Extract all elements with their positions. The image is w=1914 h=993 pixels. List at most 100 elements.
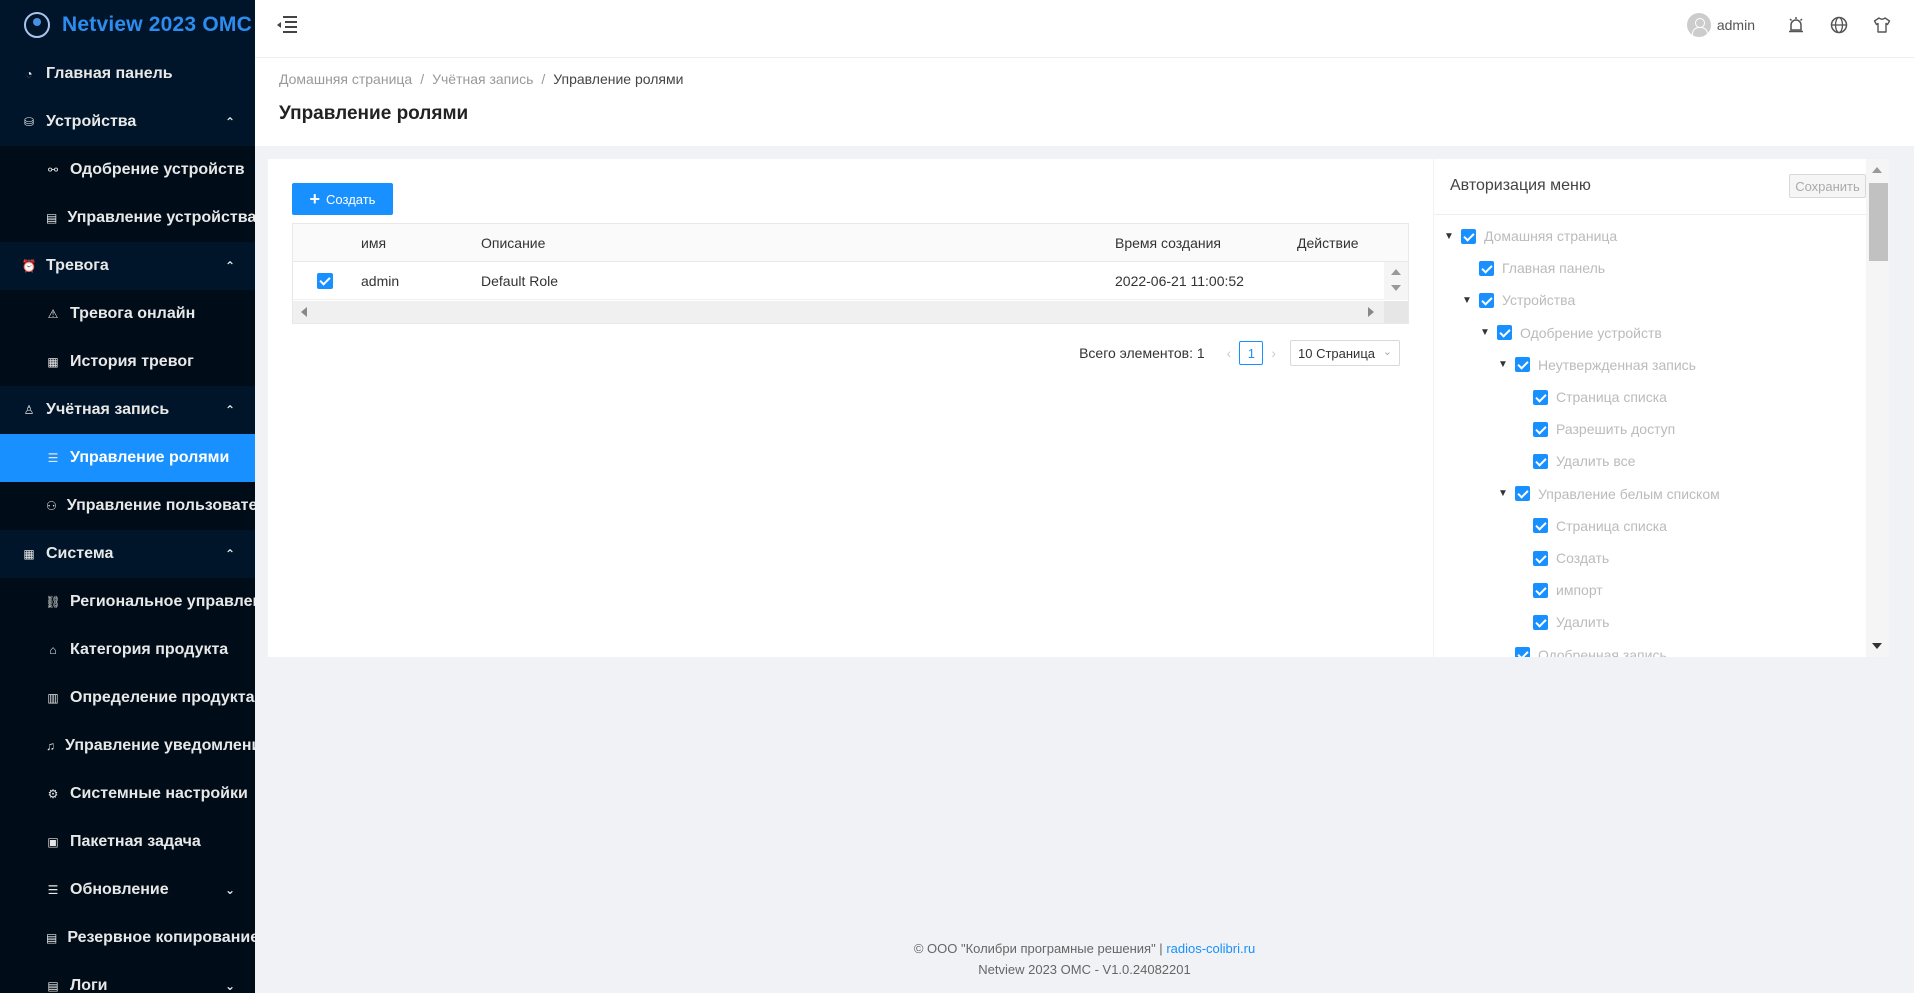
sidebar-item-label: Тревога онлайн: [70, 305, 196, 322]
region-icon: ⛓: [45, 595, 61, 609]
sidebar-item[interactable]: ⏰ Тревога ⌃: [0, 242, 255, 290]
sidebar-item-label: Региональное управление: [70, 593, 255, 610]
tree-node[interactable]: ▼ Устройства: [1460, 289, 1575, 311]
tree-node[interactable]: ▼ Домашняя страница: [1442, 225, 1617, 247]
tree-node[interactable]: ▼ Управление белым списком: [1496, 483, 1720, 505]
footer-link[interactable]: radios-colibri.ru: [1166, 941, 1255, 956]
save-button[interactable]: Сохранить: [1789, 174, 1866, 198]
sidebar-item[interactable]: ♙ Учётная запись ⌃: [0, 386, 255, 434]
tree-node[interactable]: ▼импорт: [1514, 579, 1603, 601]
panel-header: Авторизация меню Сохранить: [1434, 159, 1889, 215]
tree-checkbox[interactable]: [1533, 453, 1548, 469]
caret-down-icon[interactable]: ▼: [1442, 231, 1456, 242]
tree-checkbox[interactable]: [1515, 486, 1530, 502]
tree-checkbox[interactable]: [1515, 647, 1530, 657]
alarm-icon[interactable]: [1785, 14, 1807, 36]
sidebar-item-label: Система: [46, 545, 114, 562]
page-number[interactable]: 1: [1239, 341, 1264, 365]
tree-node[interactable]: ▼ Неутвержденная запись: [1496, 354, 1696, 376]
sidebar-item[interactable]: ⚙ Системные настройки: [0, 770, 255, 818]
scroll-up-icon[interactable]: [1391, 269, 1401, 275]
tree-checkbox[interactable]: [1533, 421, 1548, 437]
page-size-select[interactable]: 10 Страница ⌄: [1290, 340, 1400, 366]
sidebar-item[interactable]: ▤ Управление устройствами: [0, 194, 255, 242]
scroll-left-icon[interactable]: [301, 307, 307, 317]
tree-node[interactable]: ▼Удалить: [1514, 611, 1609, 633]
tree-node-label: Удалить: [1556, 614, 1610, 631]
tree-checkbox[interactable]: [1479, 292, 1494, 308]
tree-node[interactable]: ▼Разрешить доступ: [1514, 418, 1675, 440]
row-checkbox[interactable]: [317, 273, 333, 289]
table-row[interactable]: admin Default Role 2022-06-21 11:00:52: [293, 262, 1408, 300]
column-description[interactable]: Описание: [481, 235, 545, 251]
sidebar-item[interactable]: ⚇ Управление пользователями: [0, 482, 255, 530]
page-size-value: 10 Страница: [1298, 345, 1375, 361]
sidebar-item[interactable]: ▥ Определение продукта: [0, 674, 255, 722]
tree-checkbox[interactable]: [1479, 260, 1494, 276]
avatar[interactable]: [1686, 13, 1711, 37]
chevron-down-icon: ⌄: [224, 979, 235, 993]
sidebar-item[interactable]: ⛁ Устройства ⌃: [0, 98, 255, 146]
sidebar-item[interactable]: ▤ Резервное копирование: [0, 914, 255, 962]
header-actions: admin: [1686, 0, 1914, 50]
page-header: Домашняя страница / Учётная запись / Упр…: [255, 58, 1914, 146]
sidebar-item[interactable]: ☰ Управление ролями: [0, 434, 255, 482]
panel-scrollbar[interactable]: [1866, 159, 1889, 657]
prev-page-icon[interactable]: ‹: [1227, 345, 1232, 361]
sidebar-item[interactable]: ▤ Логи ⌄: [0, 962, 255, 993]
gear-icon: ⚙: [47, 787, 59, 801]
tree-node[interactable]: ▼Страница списка: [1514, 386, 1667, 408]
column-name[interactable]: имя: [361, 235, 386, 251]
scroll-down-icon[interactable]: [1872, 643, 1882, 649]
sidebar-item-label: Устройства: [46, 113, 137, 130]
tree-checkbox[interactable]: [1497, 325, 1512, 341]
sidebar-item[interactable]: ⚯ Одобрение устройств: [0, 146, 255, 194]
tree-node[interactable]: ▼Страница списка: [1514, 515, 1667, 537]
user-name[interactable]: admin: [1717, 17, 1755, 33]
tree-checkbox[interactable]: [1533, 518, 1548, 534]
create-button[interactable]: + Создать: [292, 183, 393, 215]
scrollbar-thumb[interactable]: [1869, 183, 1888, 261]
sidebar-item[interactable]: ▣ Пакетная задача: [0, 818, 255, 866]
tree-checkbox[interactable]: [1533, 582, 1548, 598]
devices-icon: ⛁: [23, 115, 35, 129]
scroll-down-icon[interactable]: [1391, 285, 1401, 291]
sidebar-item[interactable]: ⚠ Тревога онлайн: [0, 290, 255, 338]
caret-down-icon[interactable]: ▼: [1496, 488, 1510, 499]
table-vertical-scrollbar[interactable]: [1384, 262, 1408, 300]
tree-checkbox[interactable]: [1533, 614, 1548, 630]
tree-node[interactable]: ▼Главная панель: [1460, 257, 1605, 279]
theme-shirt-icon[interactable]: [1871, 14, 1893, 36]
tree-node[interactable]: ▼Удалить все: [1514, 450, 1635, 472]
tree-node[interactable]: ▼ Одобрение устройств: [1478, 322, 1662, 344]
scroll-right-icon[interactable]: [1368, 307, 1374, 317]
caret-down-icon[interactable]: ▼: [1460, 295, 1474, 306]
table-horizontal-scrollbar[interactable]: [293, 301, 1408, 323]
tree-node[interactable]: ▼Одобренная запись: [1496, 644, 1667, 657]
caret-down-icon[interactable]: ▼: [1496, 359, 1510, 370]
tree-node[interactable]: ▼Создать: [1514, 547, 1609, 569]
page-title: Управление ролями: [279, 103, 469, 124]
breadcrumb-home[interactable]: Домашняя страница: [279, 71, 412, 87]
scroll-up-icon[interactable]: [1872, 167, 1882, 173]
sidebar-item[interactable]: ▦ История тревог: [0, 338, 255, 386]
tree-checkbox[interactable]: [1533, 389, 1548, 405]
tree-checkbox[interactable]: [1515, 357, 1530, 373]
sidebar-item[interactable]: ☰ Обновление ⌄: [0, 866, 255, 914]
sidebar-item[interactable]: ⛓ Региональное управление: [0, 578, 255, 626]
sidebar-item[interactable]: ⌂ Категория продукта: [0, 626, 255, 674]
caret-down-icon[interactable]: ▼: [1478, 327, 1492, 338]
logo-icon: [24, 12, 50, 38]
sidebar-item[interactable]: ▦ Система ⌃: [0, 530, 255, 578]
menu-fold-icon[interactable]: [277, 16, 297, 34]
scrollbar-corner: [1384, 301, 1408, 323]
sidebar-item[interactable]: ◔ Главная панель: [0, 50, 255, 98]
tree-checkbox[interactable]: [1461, 228, 1476, 244]
breadcrumb-account[interactable]: Учётная запись: [432, 71, 533, 87]
tree-checkbox[interactable]: [1533, 550, 1548, 566]
sidebar: Netview 2023 OMC ◔ Главная панель ⛁ Устройс…: [0, 0, 255, 993]
next-page-icon[interactable]: ›: [1271, 345, 1276, 361]
sidebar-item[interactable]: ♫ Управление уведомлениями: [0, 722, 255, 770]
column-created[interactable]: Время создания: [1115, 235, 1221, 251]
globe-icon[interactable]: [1828, 14, 1850, 36]
